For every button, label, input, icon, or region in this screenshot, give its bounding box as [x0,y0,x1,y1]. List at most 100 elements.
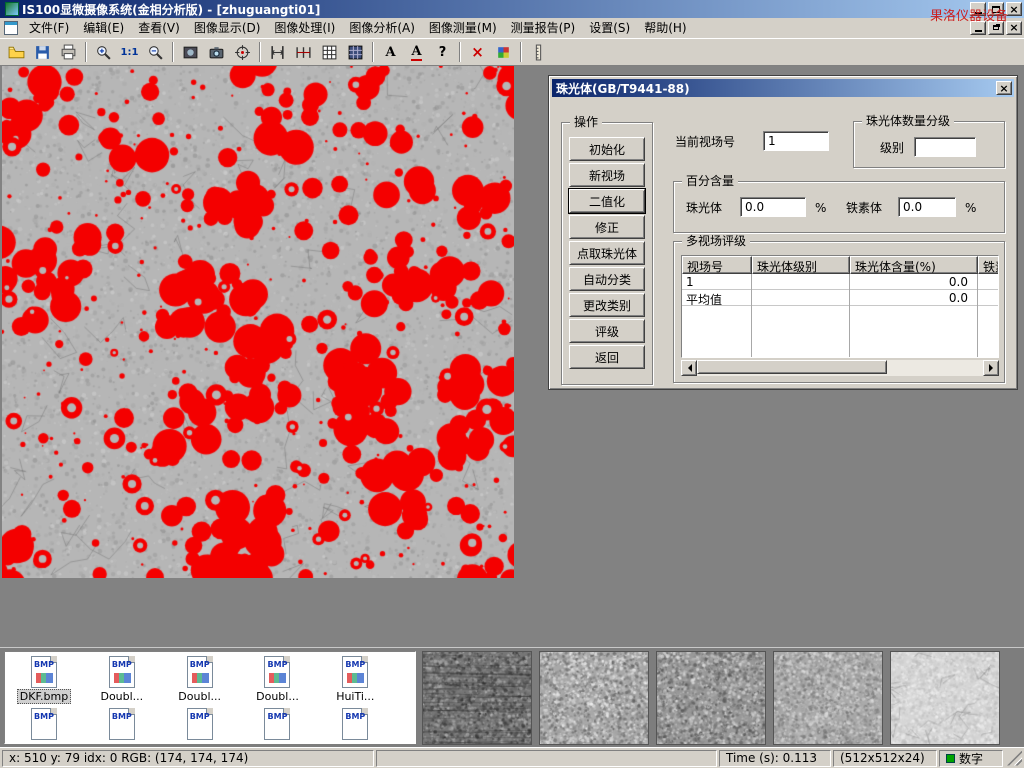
bmp-file-icon: BMP [31,656,57,688]
header-pearlite-content[interactable]: 珠光体含量(%) [850,256,978,274]
file-row-partial: BMP BMP BMP BMP BMP [7,706,415,741]
app-icon[interactable] [5,2,19,16]
menu-view[interactable]: 查看(V) [131,17,187,38]
mdi-minimize-icon [975,30,982,32]
percent-group: 百分含量 珠光体 % 铁素体 % [673,181,1005,233]
file-item-partial[interactable]: BMP [163,706,237,741]
target-icon[interactable] [230,40,255,64]
file-item-huiti[interactable]: BMP HuiTi... [318,654,392,703]
menu-file[interactable]: 文件(F) [22,17,76,38]
metallograph-image[interactable] [2,66,514,578]
auto-classify-button[interactable]: 自动分类 [569,267,645,291]
thumbnail-5[interactable] [890,651,1000,745]
header-field-no[interactable]: 视场号 [682,256,752,274]
bmp-file-icon: BMP [342,656,368,688]
scrollbar-track[interactable] [887,360,983,376]
return-button[interactable]: 返回 [569,345,645,369]
thumbnail-3[interactable] [656,651,766,745]
close-button[interactable]: × [1006,2,1022,16]
change-class-button[interactable]: 更改类别 [569,293,645,317]
print-icon[interactable] [56,40,81,64]
measure-distance-icon[interactable] [291,40,316,64]
bmp-badge: BMP [188,712,212,721]
menubar: 文件(F) 编辑(E) 查看(V) 图像显示(D) 图像处理(I) 图像分析(A… [0,18,1024,38]
file-item-partial[interactable]: BMP [318,706,392,741]
ruler-icon[interactable] [526,40,551,64]
file-item-doubl1[interactable]: BMP Doubl... [85,654,159,703]
cell-pearlite: 0.0 [850,274,978,289]
table-header-row: 视场号 珠光体级别 珠光体含量(%) 铁素体含量(%) [682,256,998,274]
cell-ferrite [978,290,999,305]
current-field-input[interactable] [763,131,829,151]
scroll-left-button[interactable] [681,360,697,376]
actual-size-icon[interactable]: 1:1 [117,40,142,64]
file-item-partial[interactable]: BMP [85,706,159,741]
snapshot-icon[interactable] [178,40,203,64]
menu-help[interactable]: 帮助(H) [637,17,693,38]
toolbar: 1:1 A A ? × [0,38,1024,66]
scrollbar-thumb[interactable] [697,360,887,374]
font-style-icon[interactable]: A [404,40,429,64]
save-icon[interactable] [30,40,55,64]
grading-group: 珠光体数量分级 级别 [853,121,1005,168]
toolbar-separator [372,42,374,62]
rate-button[interactable]: 评级 [569,319,645,343]
grade-input[interactable] [914,137,976,157]
ferrite-percent-sign: % [965,201,976,215]
binarize-button[interactable]: 二值化 [569,189,645,213]
file-item-partial[interactable]: BMP [240,706,314,741]
statusbar: x: 510 y: 79 idx: 0 RGB: (174, 174, 174)… [0,747,1024,768]
mdi-close-button[interactable]: × [1006,21,1022,35]
delete-annotation-icon[interactable]: × [465,40,490,64]
coords-text: x: 510 y: 79 idx: 0 RGB: (174, 174, 174) [9,751,248,765]
zoom-out-icon[interactable] [143,40,168,64]
camera-icon[interactable] [204,40,229,64]
bmp-art [192,673,209,683]
titlebar: IS100显微摄像系统(金相分析版) - [zhuguangti01] × [0,0,1024,18]
scroll-right-button[interactable] [983,360,999,376]
table-row[interactable]: 平均值 0.0 [682,290,998,306]
thumbnail-4[interactable] [773,651,883,745]
menu-measure-report[interactable]: 测量报告(P) [504,17,583,38]
ferrite-input[interactable] [898,197,956,217]
menu-image-processing[interactable]: 图像处理(I) [267,17,342,38]
menu-edit[interactable]: 编辑(E) [76,17,131,38]
table-row[interactable]: 1 0.0 [682,274,998,290]
header-ferrite-content[interactable]: 铁素体含量(%) [978,256,999,274]
init-button[interactable]: 初始化 [569,137,645,161]
file-item-doubl2[interactable]: BMP Doubl... [163,654,237,703]
mdi-child-icon[interactable] [4,21,18,35]
pearlite-dialog: 珠光体(GB/T9441-88) × 操作 初始化 新视场 二值化 修正 点取珠… [548,75,1018,390]
grid-dark-icon[interactable] [343,40,368,64]
bmp-art [347,673,364,683]
dialog-close-icon: × [999,82,1008,95]
dialog-titlebar[interactable]: 珠光体(GB/T9441-88) × [552,79,1014,97]
pick-pearlite-button[interactable]: 点取珠光体 [569,241,645,265]
color-marker-icon[interactable] [491,40,516,64]
dialog-close-button[interactable]: × [996,81,1012,95]
measure-length-icon[interactable] [265,40,290,64]
menu-image-measure[interactable]: 图像测量(M) [422,17,504,38]
thumbnail-1[interactable] [422,651,532,745]
menu-settings[interactable]: 设置(S) [582,17,637,38]
help-icon[interactable]: ? [430,40,455,64]
grid-measure-icon[interactable] [317,40,342,64]
new-field-button[interactable]: 新视场 [569,163,645,187]
thumbnail-2[interactable] [539,651,649,745]
zoom-in-icon[interactable] [91,40,116,64]
file-item-partial[interactable]: BMP [7,706,81,741]
correct-button[interactable]: 修正 [569,215,645,239]
operation-group-label: 操作 [570,115,602,129]
resize-grip[interactable] [1007,751,1022,766]
file-item-dkf[interactable]: BMP DKF.bmp [7,654,81,704]
menu-image-display[interactable]: 图像显示(D) [187,17,268,38]
text-annotation-icon[interactable]: A [378,40,403,64]
open-folder-icon[interactable] [4,40,29,64]
pearlite-input[interactable] [740,197,806,217]
pearlite-percent-sign: % [815,201,826,215]
window-title: IS100显微摄像系统(金相分析版) - [zhuguangti01] [22,1,320,18]
header-pearlite-grade[interactable]: 珠光体级别 [752,256,850,274]
file-item-doubl3[interactable]: BMP Doubl... [240,654,314,703]
menu-image-analysis[interactable]: 图像分析(A) [342,17,422,38]
digital-indicator-icon [946,754,955,763]
